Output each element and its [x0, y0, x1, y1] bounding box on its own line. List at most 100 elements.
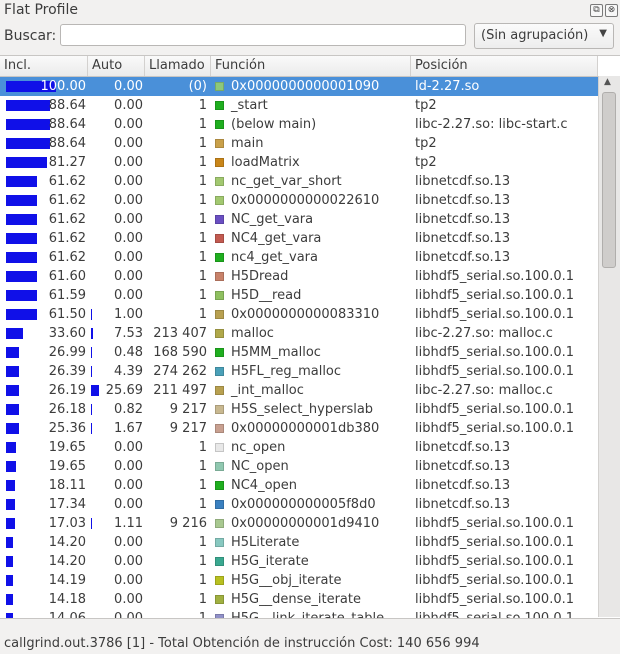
incl-value: 14.20	[48, 554, 86, 569]
table-row[interactable]: 61.62 0.00 1 NC4_get_vara libnetcdf.so.13	[0, 229, 598, 248]
incl-value: 14.20	[48, 535, 86, 550]
incl-value: 25.36	[48, 421, 86, 436]
grouping-select[interactable]: (Sin agrupación) ▼	[474, 23, 614, 49]
auto-cell: 0.00	[88, 495, 145, 514]
table-row[interactable]: 26.39 4.39 274 262 H5FL_reg_malloc libhdf5_s…	[0, 362, 598, 381]
function-name: 0x0000000000001090	[231, 79, 380, 94]
table-row[interactable]: 17.03 1.11 9 216 0x00000000001d9410 libhdf5_…	[0, 514, 598, 533]
function-color-swatch	[215, 614, 224, 618]
restore-icon[interactable]: ⧉	[590, 4, 603, 17]
table-row[interactable]: 88.64 0.00 1 _start tp2	[0, 96, 598, 115]
auto-cell: 1.00	[88, 305, 145, 324]
auto-cell: 0.00	[88, 267, 145, 286]
called-value: 1	[198, 136, 207, 151]
col-position[interactable]: Posición	[411, 56, 598, 76]
table-row[interactable]: 61.59 0.00 1 H5D__read libhdf5_serial.so.100…	[0, 286, 598, 305]
scrollbar-thumb[interactable]	[602, 92, 616, 268]
vertical-scrollbar[interactable]: ▲	[598, 76, 620, 617]
auto-value: 0.00	[114, 497, 143, 512]
incl-bar	[6, 518, 15, 529]
table-row[interactable]: 33.60 7.53 213 407 malloc libc-2.27.so: mall…	[0, 324, 598, 343]
table-row[interactable]: 81.27 0.00 1 loadMatrix tp2	[0, 153, 598, 172]
called-value: 1	[198, 155, 207, 170]
table-row[interactable]: 14.20 0.00 1 H5Literate libhdf5_serial.so.10…	[0, 533, 598, 552]
function-name: H5Dread	[231, 269, 289, 284]
col-called[interactable]: Llamado	[145, 56, 211, 76]
function-color-swatch	[215, 291, 224, 300]
auto-bar	[91, 385, 100, 396]
table-row[interactable]: 25.36 1.67 9 217 0x00000000001db380 libhdf5_…	[0, 419, 598, 438]
table-row[interactable]: 61.62 0.00 1 nc4_get_vara libnetcdf.so.13	[0, 248, 598, 267]
function-color-swatch	[215, 557, 224, 566]
table-row[interactable]: 61.60 0.00 1 H5Dread libhdf5_serial.so.100.0…	[0, 267, 598, 286]
col-function[interactable]: Función	[211, 56, 411, 76]
incl-value: 100.00	[40, 79, 87, 94]
incl-bar	[6, 290, 37, 301]
search-input[interactable]	[60, 24, 466, 46]
table-row[interactable]: 26.18 0.82 9 217 H5S_select_hyperslab libhdf…	[0, 400, 598, 419]
table-row[interactable]: 26.19 25.69 211 497 _int_malloc libc-2.27.so…	[0, 381, 598, 400]
auto-cell: 0.00	[88, 77, 145, 96]
table-row[interactable]: 14.19 0.00 1 H5G__obj_iterate libhdf5_serial…	[0, 571, 598, 590]
table-row[interactable]: 14.06 0.00 1 H5G__link_iterate_table libhdf5…	[0, 609, 598, 619]
function-color-swatch	[215, 519, 224, 528]
called-value: 211 497	[153, 383, 207, 398]
table-row[interactable]: 17.34 0.00 1 0x000000000005f8d0 libnetcdf.so…	[0, 495, 598, 514]
incl-value: 14.06	[48, 611, 86, 619]
function-color-swatch	[215, 367, 224, 376]
auto-cell: 0.00	[88, 476, 145, 495]
table-row[interactable]: 100.00 0.00 (0) 0x0000000000001090 ld-2.27.s…	[0, 77, 598, 96]
incl-bar	[6, 195, 37, 206]
auto-cell: 0.00	[88, 248, 145, 267]
function-name: malloc	[231, 326, 274, 341]
called-value: 1	[198, 478, 207, 493]
incl-bar	[6, 233, 37, 244]
position-value: libnetcdf.so.13	[415, 174, 511, 189]
function-cell: 0x0000000000083310	[211, 305, 411, 324]
col-auto[interactable]: Auto	[88, 56, 145, 76]
auto-cell: 1.67	[88, 419, 145, 438]
function-color-swatch	[215, 481, 224, 490]
function-cell: 0x000000000005f8d0	[211, 495, 411, 514]
table-row[interactable]: 18.11 0.00 1 NC4_open libnetcdf.so.13	[0, 476, 598, 495]
table-row[interactable]: 26.99 0.48 168 590 H5MM_malloc libhdf5_seria…	[0, 343, 598, 362]
called-value: 1	[198, 212, 207, 227]
incl-bar	[6, 404, 20, 415]
incl-cell: 61.59	[0, 286, 88, 305]
function-name: H5FL_reg_malloc	[231, 364, 342, 379]
table-row[interactable]: 14.18 0.00 1 H5G__dense_iterate libhdf5_seri…	[0, 590, 598, 609]
table-row[interactable]: 61.50 1.00 1 0x0000000000083310 libhdf5_seri…	[0, 305, 598, 324]
incl-cell: 61.62	[0, 191, 88, 210]
position-value: tp2	[415, 155, 437, 170]
incl-value: 26.99	[48, 345, 86, 360]
incl-cell: 14.20	[0, 533, 88, 552]
table-row[interactable]: 88.64 0.00 1 (below main) libc-2.27.so: libc…	[0, 115, 598, 134]
function-cell: NC4_open	[211, 476, 411, 495]
table-row[interactable]: 61.62 0.00 1 0x0000000000022610 libnetcdf.so…	[0, 191, 598, 210]
table-row[interactable]: 88.64 0.00 1 main tp2	[0, 134, 598, 153]
auto-cell: 0.00	[88, 457, 145, 476]
function-cell: NC_get_vara	[211, 210, 411, 229]
close-icon[interactable]: ⊗	[605, 4, 618, 17]
function-color-swatch	[215, 424, 224, 433]
incl-value: 88.64	[48, 136, 86, 151]
table-row[interactable]: 19.65 0.00 1 nc_open libnetcdf.so.13	[0, 438, 598, 457]
table-row[interactable]: 14.20 0.00 1 H5G_iterate libhdf5_serial.so.1…	[0, 552, 598, 571]
table-row[interactable]: 61.62 0.00 1 NC_get_vara libnetcdf.so.13	[0, 210, 598, 229]
called-value: 1	[198, 193, 207, 208]
incl-cell: 61.50	[0, 305, 88, 324]
auto-value: 0.00	[114, 288, 143, 303]
auto-value: 1.00	[114, 307, 143, 322]
col-incl[interactable]: Incl.	[0, 56, 88, 76]
position-value: libnetcdf.so.13	[415, 193, 511, 208]
auto-value: 0.00	[114, 231, 143, 246]
function-name: nc4_get_vara	[231, 250, 318, 265]
incl-cell: 88.64	[0, 115, 88, 134]
table-row[interactable]: 19.65 0.00 1 NC_open libnetcdf.so.13	[0, 457, 598, 476]
scroll-up-icon[interactable]: ▲	[604, 77, 611, 87]
auto-cell: 0.00	[88, 153, 145, 172]
auto-value: 25.69	[105, 383, 143, 398]
incl-value: 26.19	[48, 383, 86, 398]
function-cell: H5Dread	[211, 267, 411, 286]
table-row[interactable]: 61.62 0.00 1 nc_get_var_short libnetcdf.so.1…	[0, 172, 598, 191]
